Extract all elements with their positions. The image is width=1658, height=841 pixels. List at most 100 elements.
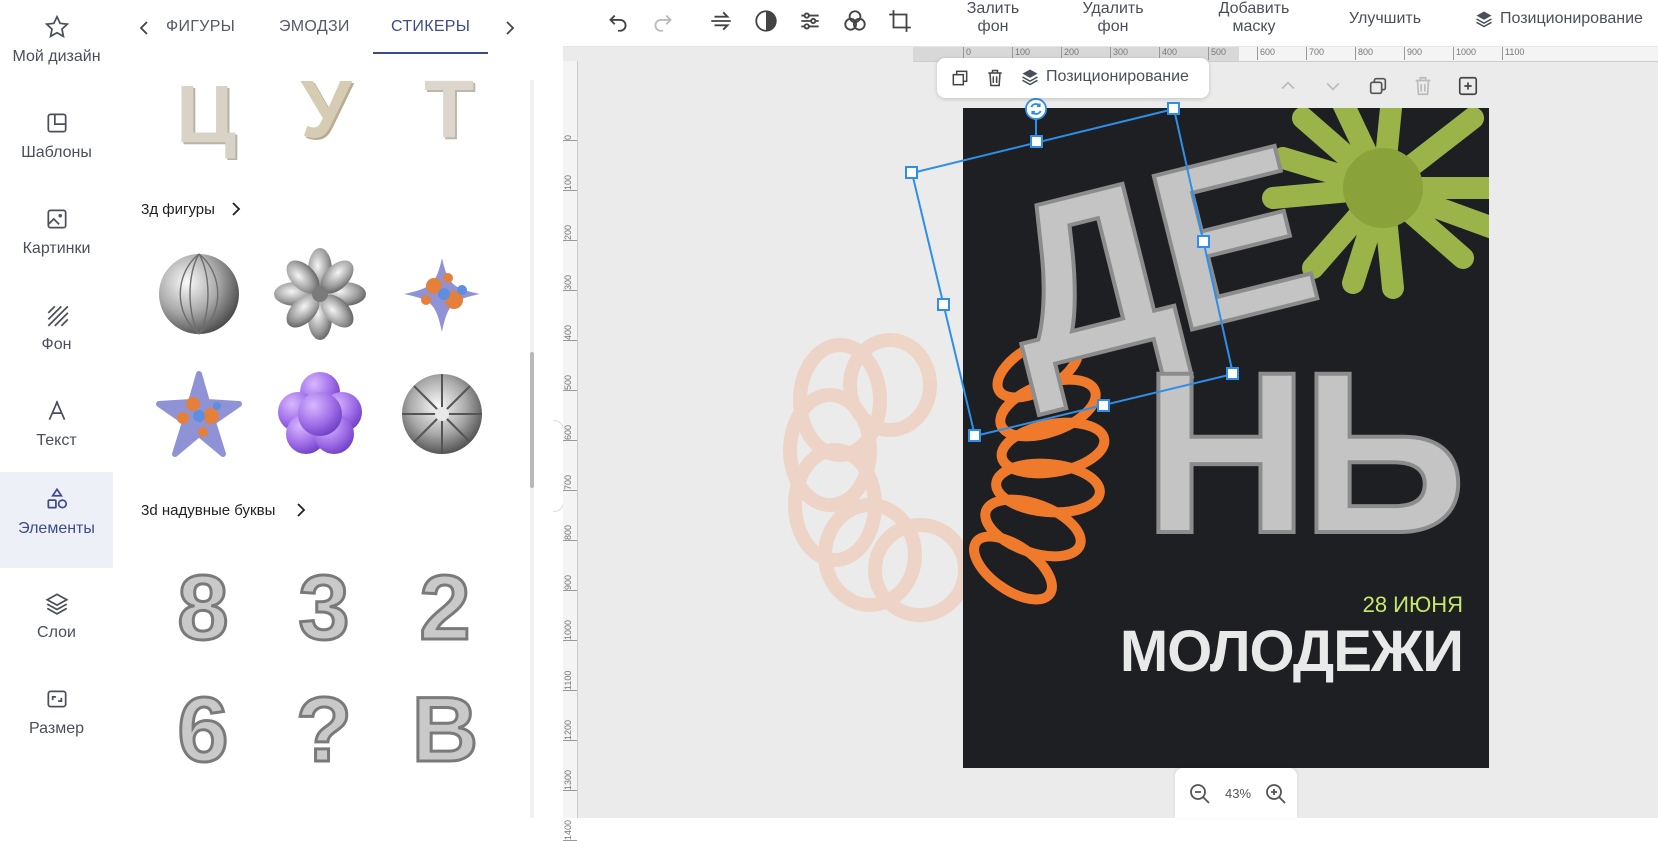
duplicate-page-icon[interactable] [1367,75,1389,97]
left-nav: Мой дизайн Шаблоны Картинки Фон Текст Эл… [0,0,114,818]
ruler-tick-label: 1000 [563,610,577,641]
resize-icon [46,690,67,708]
nav-item-background[interactable]: Фон [0,288,113,384]
contrast-icon[interactable] [753,8,779,34]
nav-item-layers[interactable]: Слои [0,576,113,672]
ruler-tick-label: 300 [563,260,577,291]
poster-date[interactable]: 28 ИЮНЯ [1293,592,1463,618]
ruler-tick-label: 800 [563,510,577,541]
ruler-tick-label: 500 [563,360,577,391]
sticker-fuzzy-letter[interactable]: Т [408,80,490,150]
ruler-tick-label: 800 [1355,47,1373,60]
ruler-tick-label: 100 [563,160,577,191]
nav-label: Шаблоны [21,144,92,161]
nav-label: Размер [29,720,84,737]
trash-icon[interactable] [985,68,1005,88]
sticker-balloon-letter[interactable]: 3 [279,559,369,658]
layers-icon [1022,69,1038,86]
filters-icon[interactable] [842,8,868,34]
sticker-balloon-letter[interactable]: 8 [158,559,248,658]
nav-label: Элементы [18,520,95,537]
sticker-balloon-letter[interactable]: ? [279,681,369,780]
enhance-button[interactable]: Улучшить [1335,10,1435,28]
ruler-tick-label: 1400 [563,810,577,841]
shapes-icon [46,487,67,509]
rotate-handle-icon[interactable] [1025,98,1047,120]
nav-item-text[interactable]: Текст [0,384,113,480]
tab-figures[interactable]: ФИГУРЫ [166,18,235,36]
nav-item-my-design[interactable]: Мой дизайн [0,0,113,96]
positioning-button[interactable]: Позиционирование [1500,10,1658,28]
section-title-3d-shapes[interactable]: 3д фигуры [141,201,215,218]
active-tab-indicator [373,52,488,54]
ruler-tick-label: 0 [563,110,577,141]
nav-label: Текст [36,432,77,449]
nav-item-size[interactable]: Размер [0,672,113,768]
zoom-in-icon[interactable] [1264,782,1288,806]
add-mask-button[interactable]: Добавить маску [1204,0,1304,36]
chevron-left-icon[interactable] [138,20,150,36]
nav-item-templates[interactable]: Шаблоны [0,96,113,192]
chevron-right-icon[interactable] [296,503,306,517]
ruler-tick-label: 700 [563,460,577,491]
ruler-tick-label: 1100 [1502,47,1524,60]
sticker-balloon-letter[interactable]: 2 [400,559,490,658]
ruler-tick-label: 900 [1404,47,1422,60]
background-icon [47,305,68,327]
remove-background-button[interactable]: Удалить фон [1068,0,1158,36]
chevron-up-icon[interactable] [1278,76,1298,96]
zoom-out-icon[interactable] [1188,782,1212,806]
ruler-tick-label: 700 [1306,47,1324,60]
delete-page-icon[interactable] [1412,75,1434,97]
ruler-tick-label: 200 [563,210,577,241]
duplicate-icon[interactable] [950,68,970,88]
text-icon [48,400,65,421]
adjust-icon[interactable] [797,8,823,34]
ruler-tick-label: 500 [1208,47,1226,60]
add-page-icon[interactable] [1457,75,1479,97]
layers-icon [1476,11,1492,28]
ruler-tick-label: 600 [563,410,577,441]
nav-item-images[interactable]: Картинки [0,192,113,288]
sticker-silver-ribbed-sphere[interactable] [153,248,245,340]
sticker-balloon-letter[interactable]: 6 [158,681,248,780]
ruler-tick-label: 1200 [563,710,577,741]
sticker-purple-blob[interactable] [274,368,366,460]
sticker-silver-flower[interactable] [274,248,366,340]
sticker-fuzzy-letter[interactable]: Ц [165,80,247,160]
redo-icon[interactable] [650,8,676,34]
selection-box[interactable] [890,95,1260,445]
layers-icon [44,593,69,615]
crop-icon[interactable] [887,8,913,34]
nav-item-elements[interactable]: Элементы [0,472,113,568]
ruler-tick-label: 1300 [563,760,577,791]
nav-label: Мой дизайн [12,48,101,65]
chevron-right-icon[interactable] [504,20,516,36]
template-icon [46,113,67,133]
chevron-down-icon[interactable] [1323,76,1343,96]
section-title-balloon-letters[interactable]: 3d надувные буквы [141,502,275,519]
poster-subtitle[interactable]: МОЛОДЕЖИ [1063,618,1464,685]
sticker-fuzzy-star-5[interactable] [153,368,245,460]
undo-icon[interactable] [605,8,631,34]
star-icon [44,14,69,38]
tab-emoji[interactable]: ЭМОДЗИ [279,18,350,36]
chevron-right-icon[interactable] [231,202,241,216]
sticker-fuzzy-star-4[interactable] [396,248,488,340]
tab-stickers[interactable]: СТИКЕРЫ [391,18,470,36]
sticker-silver-ribbed-ball[interactable] [396,368,488,460]
fill-background-button[interactable]: Залить фон [953,0,1033,36]
nav-label: Слои [37,624,76,641]
image-icon [46,209,67,229]
context-positioning-button[interactable]: Позиционирование [1046,68,1189,86]
sticker-fuzzy-letter[interactable]: У [285,80,367,150]
nav-label: Фон [41,336,72,353]
zoom-level: 43% [1224,786,1252,801]
sticker-balloon-letter[interactable]: B [400,681,490,780]
ruler-tick-label: 400 [563,310,577,341]
ruler-tick-label: 900 [563,560,577,591]
ruler-tick-label: 600 [1257,47,1275,60]
nav-label: Картинки [22,240,91,257]
flip-icon[interactable] [708,8,734,34]
panel-scrollbar-thumb[interactable] [530,352,534,488]
